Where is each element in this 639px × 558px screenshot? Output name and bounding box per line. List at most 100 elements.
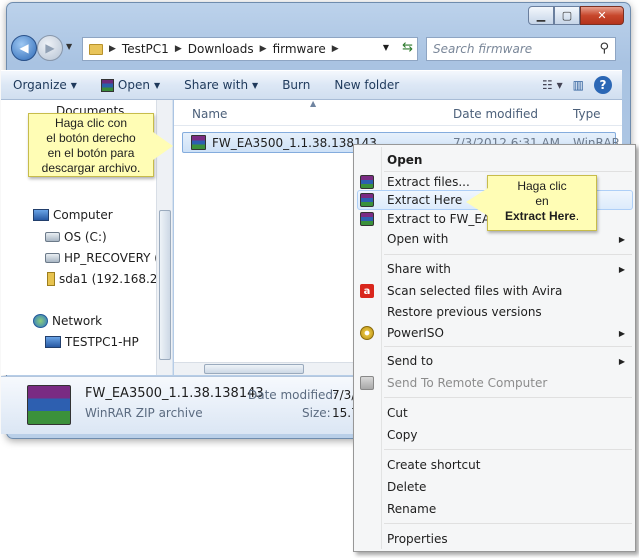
minimize-button[interactable]: ▁ — [528, 6, 554, 25]
avira-icon: a — [360, 284, 374, 298]
view-options-icon[interactable]: ☷ ▾ — [542, 78, 563, 92]
winrar-icon — [360, 175, 374, 189]
menu-item-open[interactable]: Open — [387, 153, 422, 167]
chevron-right-icon: ▶ — [618, 265, 625, 274]
scroll-thumb[interactable] — [204, 364, 304, 374]
horizontal-scrollbar[interactable] — [174, 362, 354, 375]
menu-item-properties[interactable]: Properties — [387, 532, 448, 546]
menu-item-send-remote[interactable]: Send To Remote Computer — [387, 376, 547, 390]
menu-item-rename[interactable]: Rename — [387, 502, 436, 516]
menu-separator — [384, 254, 632, 255]
nav-item-os-c[interactable]: OS (C:) — [45, 230, 107, 244]
menu-item-create-shortcut[interactable]: Create shortcut — [387, 458, 480, 472]
folder-icon — [89, 43, 103, 55]
menu-separator — [384, 449, 632, 450]
chevron-right-icon: ▶ — [618, 329, 625, 338]
nav-label: HP_RECOVERY (D — [64, 251, 169, 265]
nav-item-sda1[interactable]: sda1 (192.168.2.1 — [47, 272, 169, 286]
callout-line: Haga clic — [517, 179, 567, 193]
refresh-icon[interactable]: ⇆ — [402, 40, 413, 55]
callout-period: . — [575, 209, 580, 223]
new-folder-button[interactable]: New folder — [322, 78, 411, 92]
menu-item-extract-files[interactable]: Extract files... — [387, 175, 470, 189]
network-icon — [33, 314, 48, 328]
burn-button[interactable]: Burn — [270, 78, 322, 92]
breadcrumb-firmware[interactable]: firmware — [273, 42, 326, 56]
breadcrumb-testpc1[interactable]: TestPC1 — [122, 42, 169, 56]
caption-buttons: ▁ ▢ ✕ — [528, 6, 624, 25]
menu-item-copy[interactable]: Copy — [387, 428, 417, 442]
chevron-right-icon[interactable]: ▶ — [175, 44, 182, 54]
recent-pages-dropdown[interactable]: ▼ — [66, 42, 72, 51]
column-name[interactable]: Name — [192, 107, 227, 121]
computer-icon — [45, 336, 61, 348]
menu-item-send-to[interactable]: Send to — [387, 354, 433, 368]
nav-label: Network — [52, 314, 103, 328]
chevron-right-icon[interactable]: ▶ — [260, 44, 267, 54]
maximize-button[interactable]: ▢ — [554, 6, 580, 25]
menu-item-extract-here[interactable]: Extract Here — [387, 193, 462, 207]
share-with-label: Share with — [184, 78, 249, 92]
nav-item-testpc1-hp[interactable]: TESTPC1-HP — [45, 335, 139, 349]
menu-item-open-with[interactable]: Open with — [387, 232, 448, 246]
sort-arrow-icon: ▲ — [310, 99, 317, 108]
menu-item-share-with[interactable]: Share with — [387, 262, 451, 276]
column-type[interactable]: Type — [573, 107, 601, 121]
column-headers: ▲ Name Date modified Type — [174, 99, 622, 126]
preview-pane-icon[interactable]: ▥ — [573, 78, 584, 92]
view-controls: ☷ ▾ ▥ ? — [542, 76, 612, 94]
callout-right-click: Haga clic con el botón derecho en el bot… — [28, 113, 173, 177]
nav-label: sda1 (192.168.2.1 — [59, 272, 169, 286]
help-icon[interactable]: ? — [594, 76, 612, 94]
address-bar[interactable]: ▶ TestPC1 ▶ Downloads ▶ firmware ▶ ▼ ⇆ — [82, 37, 418, 61]
search-placeholder: Search firmware — [433, 42, 533, 56]
winrar-icon — [360, 193, 374, 207]
forward-button[interactable]: ▶ — [37, 35, 63, 61]
nav-item-network[interactable]: Network — [33, 314, 102, 328]
winrar-icon — [100, 78, 114, 92]
open-button[interactable]: Open ▼ — [89, 78, 172, 92]
search-input[interactable]: Search firmware ⚲ — [426, 37, 616, 61]
back-button[interactable]: ◀ — [11, 35, 37, 61]
winrar-icon — [191, 135, 206, 150]
computer-icon — [33, 209, 49, 221]
menu-separator — [384, 171, 632, 172]
chevron-right-icon: ▶ — [618, 357, 625, 366]
nav-item-computer[interactable]: Computer — [33, 208, 113, 222]
details-size-label: Size: — [302, 406, 331, 420]
close-button[interactable]: ✕ — [580, 6, 624, 25]
callout-line: en — [535, 194, 549, 208]
scroll-thumb[interactable] — [159, 210, 171, 360]
search-icon[interactable]: ⚲ — [599, 41, 609, 56]
chevron-right-icon[interactable]: ▶ — [332, 44, 339, 54]
open-label: Open — [117, 78, 150, 92]
winrar-icon — [27, 385, 71, 425]
column-date-modified[interactable]: Date modified — [453, 107, 538, 121]
burn-label: Burn — [282, 78, 311, 92]
callout-extract-here: Haga clic en Extract Here. — [466, 175, 597, 231]
menu-item-restore-previous[interactable]: Restore previous versions — [387, 305, 542, 319]
chevron-right-icon[interactable]: ▶ — [109, 44, 116, 54]
menu-item-delete[interactable]: Delete — [387, 480, 426, 494]
drive-icon — [45, 253, 60, 263]
nav-item-hp-recovery[interactable]: HP_RECOVERY (D — [45, 251, 168, 265]
menu-separator — [384, 523, 632, 524]
details-date-label: Date modified: — [248, 388, 338, 402]
winrar-icon — [360, 212, 374, 226]
menu-item-cut[interactable]: Cut — [387, 406, 408, 420]
address-dropdown[interactable]: ▼ — [383, 43, 389, 52]
callout-line: descargar archivo. — [41, 161, 141, 175]
drive-icon — [45, 232, 60, 242]
breadcrumb-downloads[interactable]: Downloads — [188, 42, 254, 56]
menu-separator — [384, 397, 632, 398]
share-with-button[interactable]: Share with ▼ — [172, 78, 270, 92]
menu-item-scan-avira[interactable]: Scan selected files with Avira — [387, 284, 562, 298]
remote-computer-icon — [360, 376, 374, 390]
menu-item-poweriso[interactable]: PowerISO — [387, 326, 444, 340]
callout-line: Extract Here. — [488, 209, 596, 224]
callout-line: el botón derecho — [46, 131, 136, 145]
organize-button[interactable]: Organize ▼ — [1, 78, 89, 92]
poweriso-icon — [360, 326, 374, 340]
nav-label: Computer — [53, 208, 113, 222]
details-file-type: WinRAR ZIP archive — [85, 406, 203, 420]
